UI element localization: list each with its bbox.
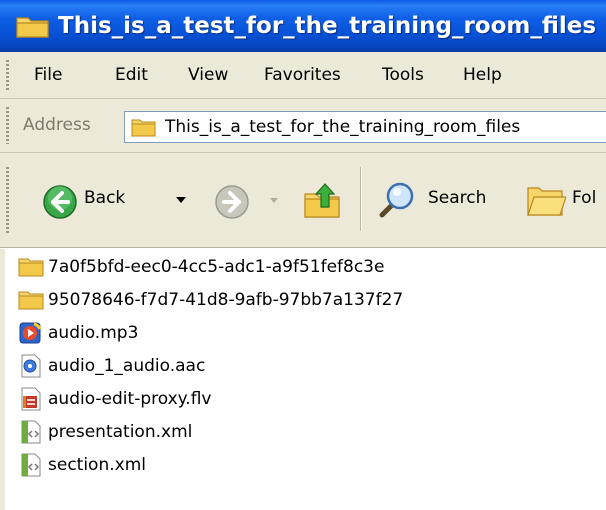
list-item[interactable]: audio_1_audio.aac	[18, 351, 205, 381]
folder-icon	[18, 287, 44, 313]
file-name: audio.mp3	[48, 323, 139, 343]
address-bar: Address This_is_a_test_for_the_training_…	[0, 99, 606, 153]
folders-icon	[526, 182, 567, 224]
search-button[interactable]: Search	[372, 167, 508, 233]
folders-button[interactable]: Fol	[520, 167, 606, 233]
menu-grip[interactable]	[6, 60, 9, 90]
menu-tools[interactable]: Tools	[382, 65, 424, 85]
media-player-icon	[18, 320, 44, 346]
xml-file-icon	[18, 452, 44, 478]
file-name: audio-edit-proxy.flv	[48, 389, 212, 409]
list-item[interactable]: audio.mp3	[18, 318, 138, 348]
file-name: section.xml	[48, 455, 146, 475]
toolbar-grip[interactable]	[6, 167, 9, 233]
menu-edit[interactable]: Edit	[115, 65, 148, 85]
toolbar-separator	[360, 167, 361, 231]
forward-dropdown-icon[interactable]	[270, 198, 278, 203]
search-label: Search	[428, 188, 487, 208]
address-grip[interactable]	[6, 107, 9, 144]
file-name: 95078646-f7d7-41d8-9afb-97bb7a137f27	[48, 290, 404, 310]
address-input[interactable]: This_is_a_test_for_the_training_room_fil…	[124, 111, 606, 143]
back-dropdown-icon[interactable]	[176, 197, 186, 203]
audio-file-icon	[18, 353, 44, 379]
menu-view[interactable]: View	[188, 65, 228, 85]
back-label: Back	[84, 188, 126, 208]
flash-video-icon	[18, 386, 44, 412]
title-bar[interactable]: This_is_a_test_for_the_training_room_fil…	[0, 0, 606, 52]
back-button[interactable]: Back	[24, 167, 160, 233]
menu-file[interactable]: File	[34, 65, 62, 85]
file-name: 7a0f5bfd-eec0-4cc5-adc1-a9f51fef8c3e	[48, 257, 385, 277]
file-name: presentation.xml	[48, 422, 193, 442]
xml-file-icon	[18, 419, 44, 445]
window-title: This_is_a_test_for_the_training_room_fil…	[58, 13, 597, 39]
list-item[interactable]: 7a0f5bfd-eec0-4cc5-adc1-a9f51fef8c3e	[18, 252, 384, 282]
folders-label: Fol	[572, 188, 597, 208]
file-name: audio_1_audio.aac	[48, 356, 206, 376]
forward-arrow-icon[interactable]	[214, 184, 250, 224]
up-folder-icon[interactable]	[303, 180, 343, 224]
menu-bar: File Edit View Favorites Tools Help	[0, 52, 606, 99]
standard-toolbar: Back Search Fol	[0, 153, 606, 248]
menu-help[interactable]: Help	[463, 65, 502, 85]
folder-icon	[16, 14, 50, 38]
menu-favorites[interactable]: Favorites	[264, 65, 341, 85]
back-arrow-icon	[42, 184, 78, 224]
file-list: 7a0f5bfd-eec0-4cc5-adc1-a9f51fef8c3e 950…	[0, 249, 606, 510]
list-item[interactable]: 95078646-f7d7-41d8-9afb-97bb7a137f27	[18, 285, 403, 315]
folder-icon	[131, 117, 157, 137]
list-item[interactable]: presentation.xml	[18, 417, 192, 447]
address-value: This_is_a_test_for_the_training_room_fil…	[165, 117, 521, 137]
search-icon	[376, 179, 416, 225]
folder-icon	[18, 254, 44, 280]
address-label: Address	[23, 115, 91, 135]
list-item[interactable]: section.xml	[18, 450, 146, 480]
list-item[interactable]: audio-edit-proxy.flv	[18, 384, 211, 414]
